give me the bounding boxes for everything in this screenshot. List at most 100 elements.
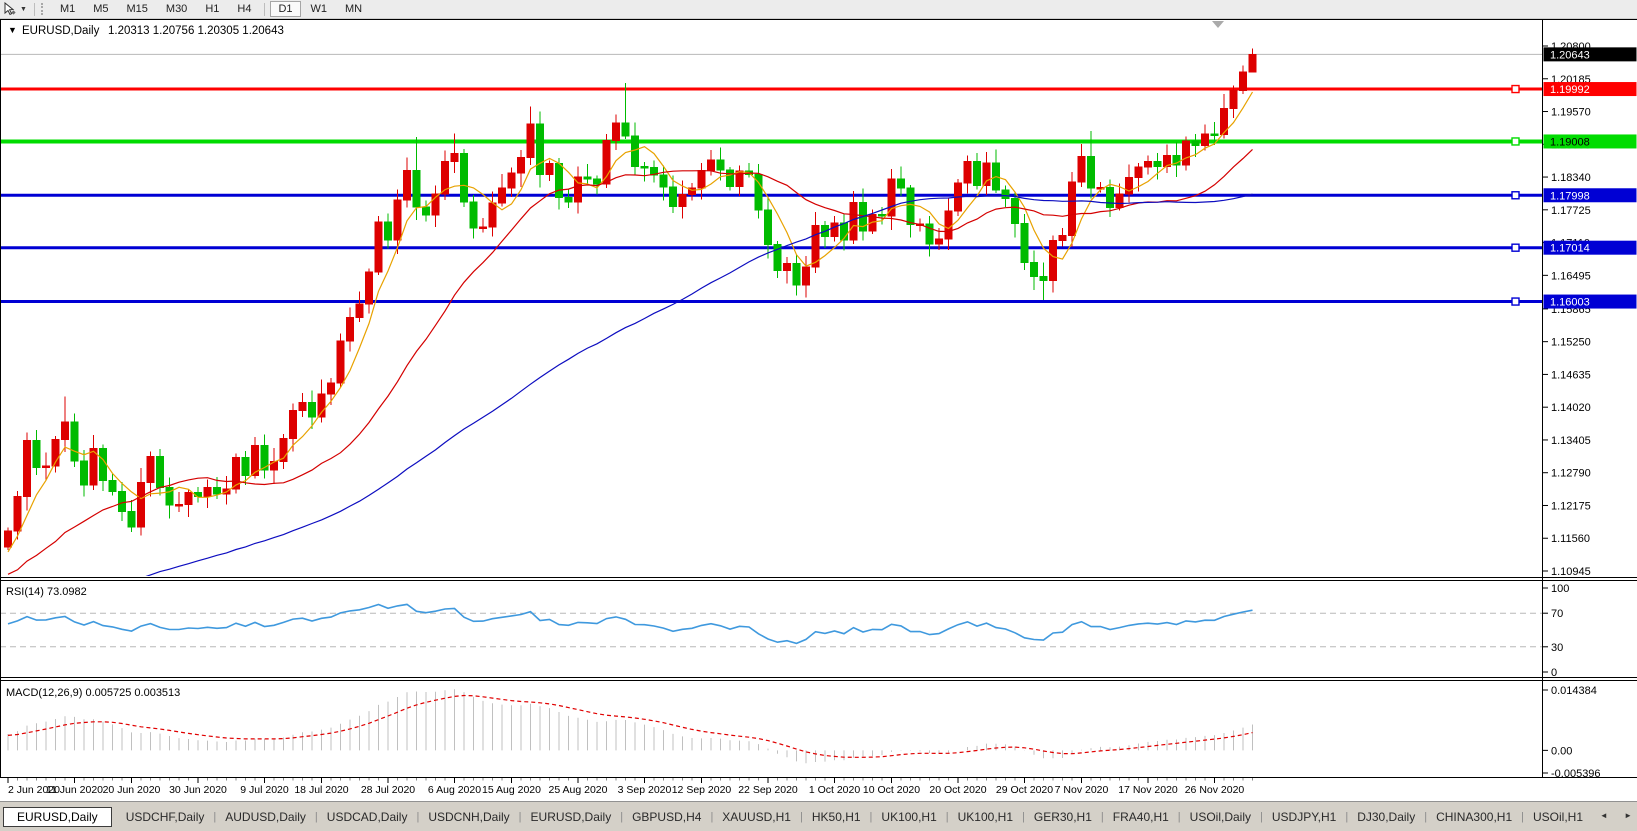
chart-canvas[interactable]: 1.208001.201851.195701.189551.183401.177… xyxy=(0,0,1637,801)
timeframe-button-m1[interactable]: M1 xyxy=(52,1,83,17)
candle-body xyxy=(24,441,31,497)
date-label: 20 Oct 2020 xyxy=(929,784,986,796)
chart-tab-dj30-daily[interactable]: DJ30,Daily xyxy=(1348,807,1424,827)
candle-body xyxy=(1116,194,1123,207)
price-tick-label: 1.19570 xyxy=(1551,107,1591,119)
timeframe-button-m5[interactable]: M5 xyxy=(85,1,116,17)
chart-tab-hk50-h1[interactable]: HK50,H1 xyxy=(803,807,870,827)
chart-tab-usdcnh-daily[interactable]: USDCNH,Daily xyxy=(419,807,518,827)
level-handle[interactable] xyxy=(1512,138,1519,145)
candle-body xyxy=(1107,188,1114,208)
candle-body xyxy=(584,177,591,179)
chart-tab-audusd-daily[interactable]: AUDUSD,Daily xyxy=(216,807,315,827)
candle-body xyxy=(356,304,363,318)
candle-body xyxy=(945,211,952,239)
date-label: 1 Oct 2020 xyxy=(809,784,861,796)
chart-tab-gbpusd-h4[interactable]: GBPUSD,H4 xyxy=(623,807,710,827)
chart-tab-ger30-h1[interactable]: GER30,H1 xyxy=(1025,807,1101,827)
candle-body xyxy=(518,157,525,172)
level-handle[interactable] xyxy=(1512,86,1519,93)
candle-body xyxy=(451,154,458,162)
candle-body xyxy=(1040,277,1047,281)
candle-body xyxy=(328,383,335,394)
level-handle[interactable] xyxy=(1512,298,1519,305)
timeframe-button-m15[interactable]: M15 xyxy=(119,1,156,17)
candle-body xyxy=(157,457,164,488)
chart-tab-eurusd-daily[interactable]: EURUSD,Daily xyxy=(522,807,621,827)
date-label: 28 Jul 2020 xyxy=(361,784,415,796)
candle-body xyxy=(404,171,411,200)
candle-body xyxy=(698,171,705,189)
chart-tab-uk100-h1[interactable]: UK100,H1 xyxy=(949,807,1022,827)
toolbar-separator xyxy=(264,3,265,16)
candle-body xyxy=(100,449,107,481)
chart-collapse-icon[interactable]: ▼ xyxy=(8,25,17,35)
timeframe-button-m30[interactable]: M30 xyxy=(158,1,195,17)
candle-body xyxy=(480,227,487,229)
candle-body xyxy=(727,170,734,187)
timeframe-button-w1[interactable]: W1 xyxy=(303,1,336,17)
date-label: 9 Jul 2020 xyxy=(240,784,289,796)
candle-body xyxy=(119,491,126,511)
candle-body xyxy=(1078,156,1085,182)
date-label: 25 Aug 2020 xyxy=(549,784,608,796)
timeframe-button-h1[interactable]: H1 xyxy=(197,1,227,17)
terminal-window: { "toolbar": { "timeframes": ["M1","M5",… xyxy=(0,0,1637,831)
candle-body xyxy=(670,187,677,206)
date-label: 18 Jul 2020 xyxy=(294,784,348,796)
chart-tab-uk100-h1[interactable]: UK100,H1 xyxy=(872,807,945,827)
chart-tab-usdjpy-h1[interactable]: USDJPY,H1 xyxy=(1263,807,1345,827)
toolbar-grip[interactable] xyxy=(41,3,46,15)
price-tick-label: 1.15250 xyxy=(1551,337,1591,349)
chart-tab-usoil-h1[interactable]: USOil,H1 xyxy=(1524,807,1592,827)
candle-body xyxy=(489,203,496,227)
cursor-dropdown-icon[interactable]: ▼ xyxy=(20,6,27,13)
candle-body xyxy=(1183,141,1190,165)
date-label: 26 Nov 2020 xyxy=(1185,784,1245,796)
chart-tab-usdchf-daily[interactable]: USDCHF,Daily xyxy=(117,807,214,827)
price-tick-label: 1.12175 xyxy=(1551,500,1591,512)
candle-body xyxy=(413,171,420,207)
chart-tab-fra40-h1[interactable]: FRA40,H1 xyxy=(1104,807,1178,827)
price-tick-label: 1.13405 xyxy=(1551,435,1591,447)
toolbar-separator xyxy=(34,3,35,16)
candle-body xyxy=(375,222,382,272)
date-label: 12 Sep 2020 xyxy=(672,784,732,796)
candle-body xyxy=(1135,167,1142,178)
candle-body xyxy=(1088,156,1095,188)
chart-tab-usoil-daily[interactable]: USOil,Daily xyxy=(1181,807,1260,827)
price-tick-label: 1.14020 xyxy=(1551,402,1591,414)
timeframe-button-mn[interactable]: MN xyxy=(337,1,370,17)
candle-body xyxy=(527,124,534,158)
tabs-scroll-right-icon[interactable]: ► xyxy=(1624,811,1632,820)
price-tick-label: 1.18340 xyxy=(1551,172,1591,184)
timeframe-button-d1[interactable]: D1 xyxy=(270,1,300,17)
candle-body xyxy=(43,466,50,468)
candle-body xyxy=(1002,190,1009,199)
cursor-tool-icon[interactable] xyxy=(3,2,17,16)
chart-tab-xauusd-h1[interactable]: XAUUSD,H1 xyxy=(713,807,800,827)
candle-body xyxy=(347,318,354,341)
rsi-axis-label: 30 xyxy=(1551,642,1563,654)
price-tick-label: 1.10945 xyxy=(1551,566,1591,578)
candle-body xyxy=(974,162,981,186)
candle-body xyxy=(888,179,895,216)
candle-body xyxy=(508,173,515,188)
chart-tab-usdcad-daily[interactable]: USDCAD,Daily xyxy=(318,807,417,827)
level-handle[interactable] xyxy=(1512,244,1519,251)
tabs-scroll-left-icon[interactable]: ◄ xyxy=(1600,811,1608,820)
candle-body xyxy=(109,481,116,492)
candle-body xyxy=(679,195,686,207)
level-handle[interactable] xyxy=(1512,192,1519,199)
timeframe-button-h4[interactable]: H4 xyxy=(229,1,259,17)
candle-body xyxy=(907,188,914,224)
chart-tab-china300-h1[interactable]: CHINA300,H1 xyxy=(1427,807,1521,827)
candle-body xyxy=(176,505,183,507)
rsi-axis-label: 100 xyxy=(1551,583,1569,595)
candle-body xyxy=(765,210,772,245)
candle-body xyxy=(1031,262,1038,276)
candle-body xyxy=(898,179,905,188)
chart-tab-eurusd-daily[interactable]: EURUSD,Daily xyxy=(3,807,112,827)
candle-body xyxy=(5,531,12,547)
candle-body xyxy=(470,202,477,228)
